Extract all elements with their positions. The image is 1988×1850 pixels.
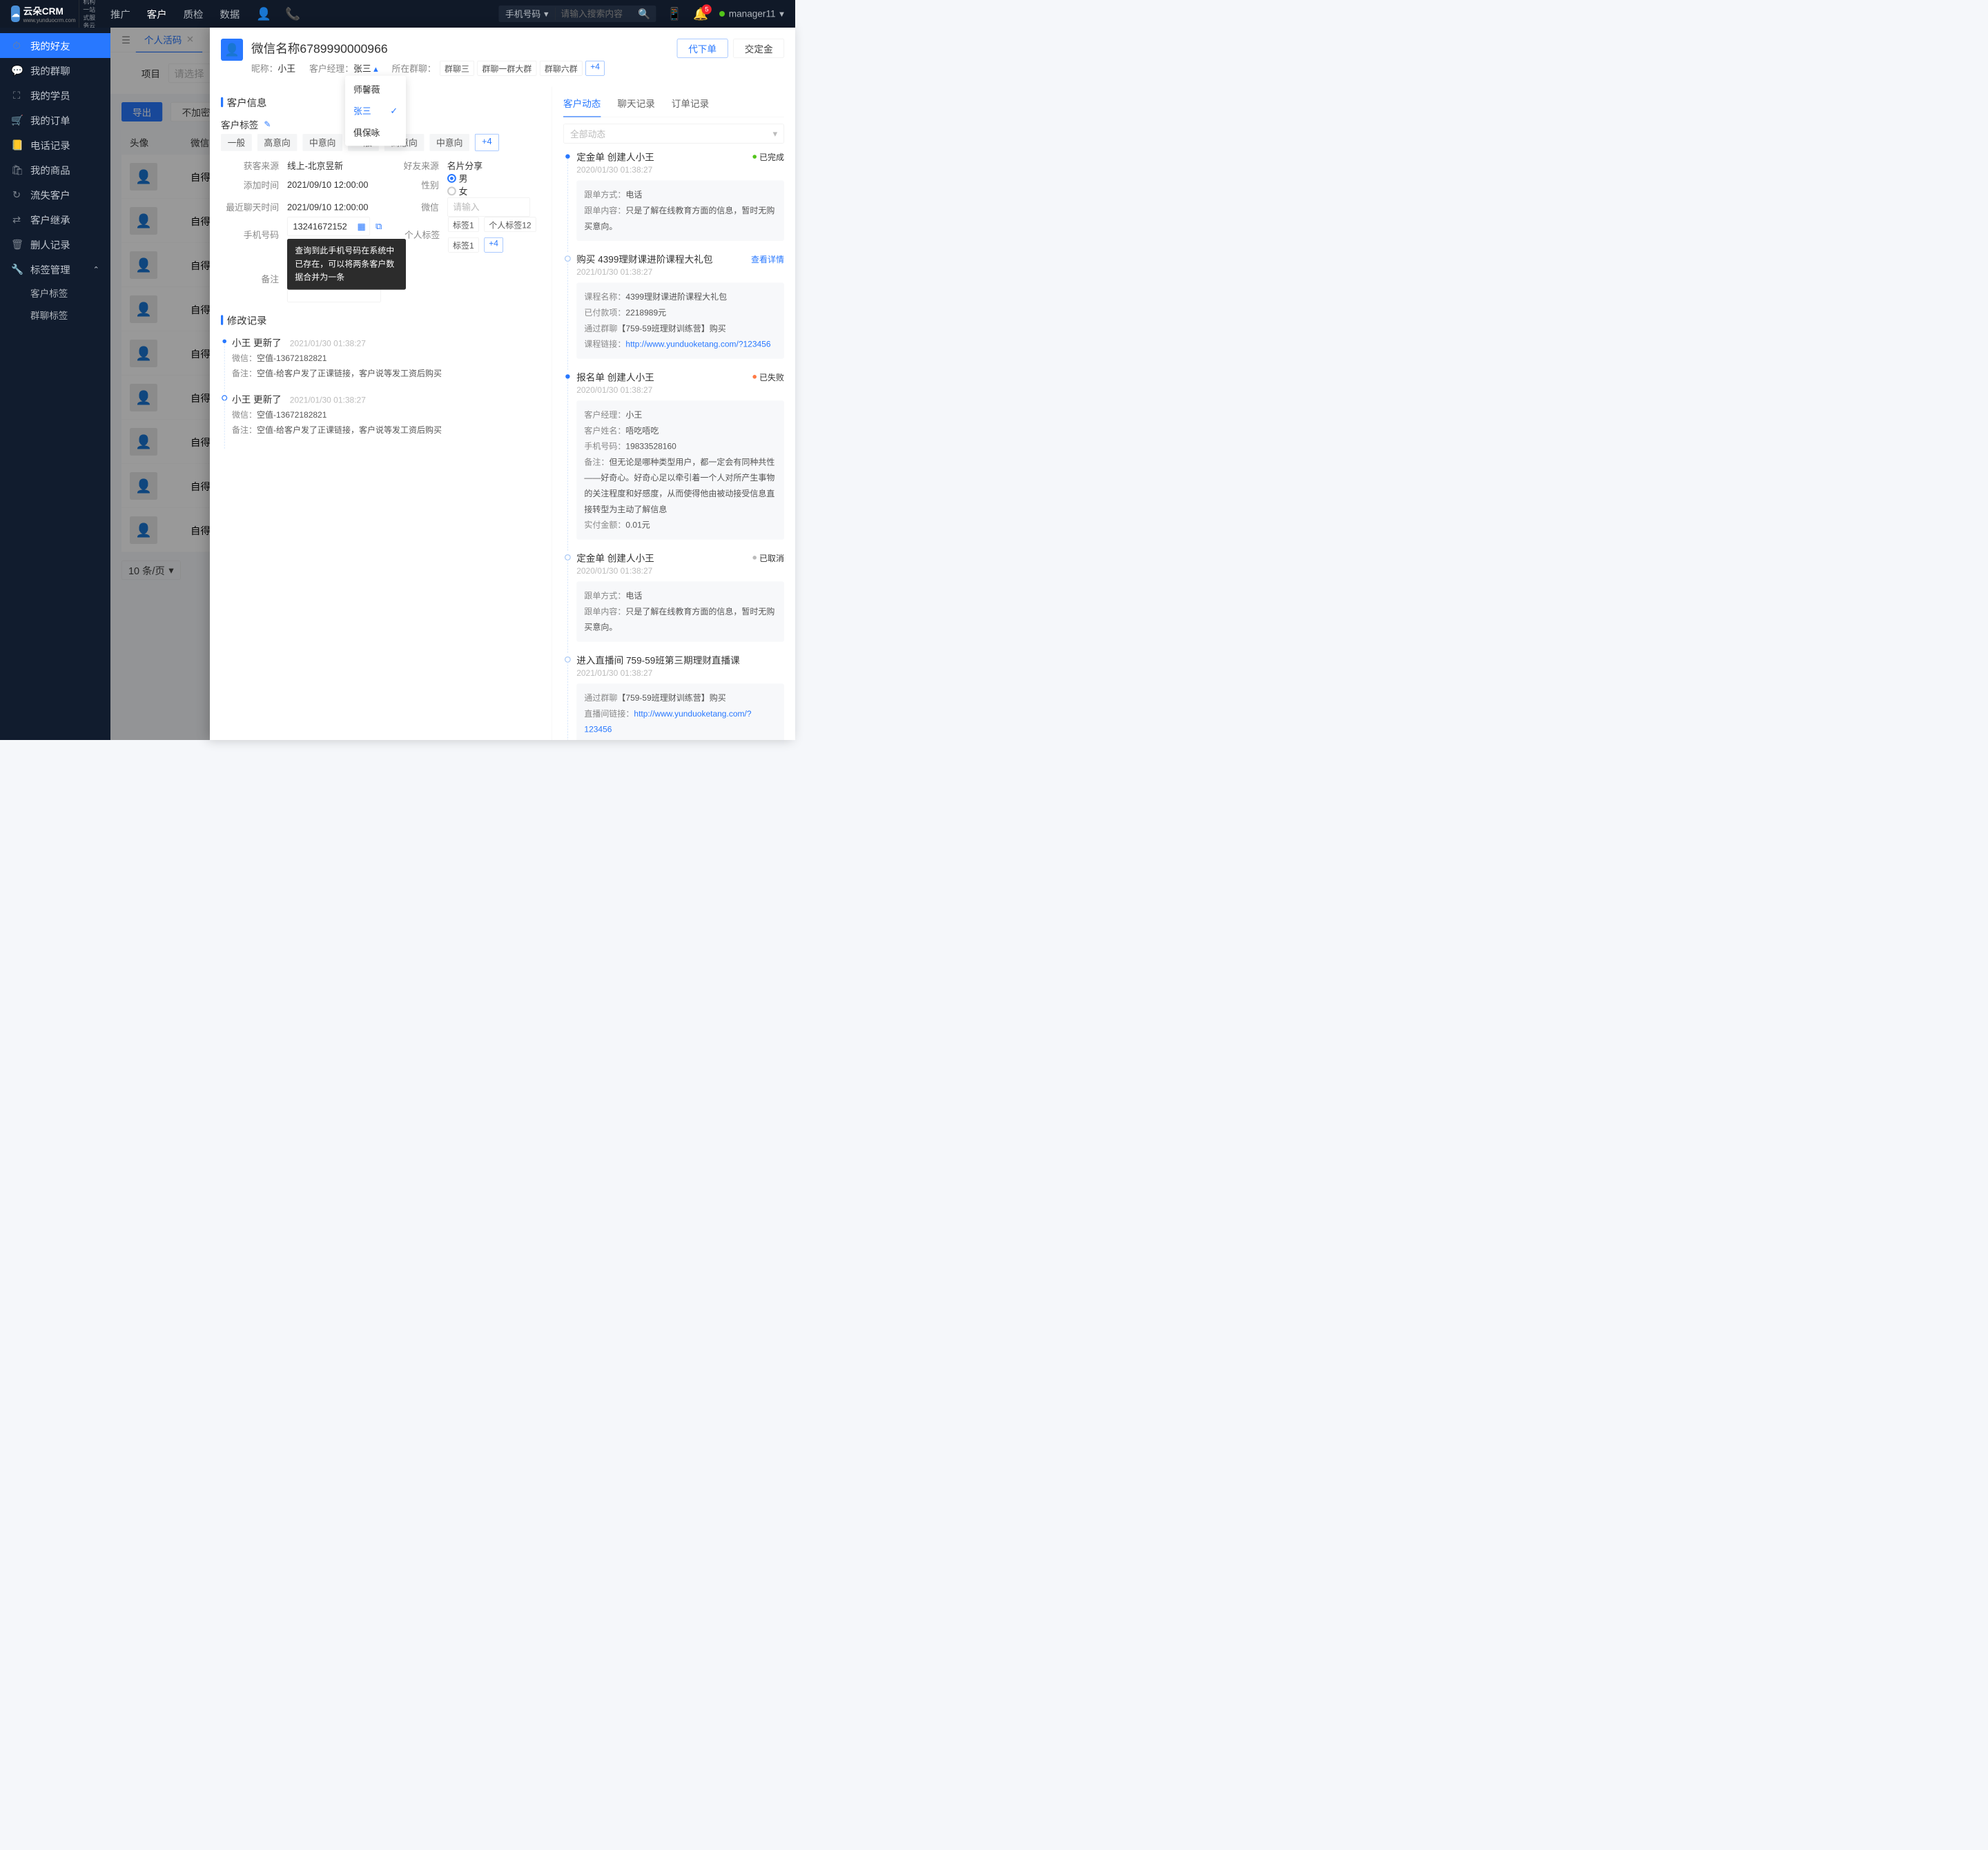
personal-tag-more[interactable]: +4: [484, 237, 503, 253]
label-friend-source: 好友来源: [381, 159, 439, 172]
value-add-time: 2021/09/10 12:00:00: [279, 179, 381, 190]
bell-icon[interactable]: 🔔5: [693, 7, 708, 21]
customer-tag: 高意向: [257, 134, 298, 151]
radio-female[interactable]: 女: [447, 185, 530, 197]
logo-text: 云朵CRM: [23, 4, 76, 18]
main: ☰ 个人活码✕我 项目请选择▾ 运营期次请选择▾ 导出 不加密导出 头像微信名 …: [110, 28, 795, 740]
sidebar-item-3[interactable]: 🛒我的订单: [0, 108, 110, 133]
feed-item: 定金单 创建人小王已取消2020/01/30 01:38:27跟单方式：电话跟单…: [563, 551, 784, 653]
manager-dropdown: 师馨薇张三✓俱保咏: [345, 76, 406, 146]
sidebar-item-6[interactable]: ↻流失客户: [0, 182, 110, 207]
search-type-select[interactable]: 手机号码▾: [498, 8, 555, 20]
customer-tag: 中意向: [302, 134, 342, 151]
radio-male[interactable]: 男: [447, 172, 530, 184]
deposit-button[interactable]: 交定金: [733, 39, 784, 58]
group-more[interactable]: +4: [585, 61, 604, 76]
manager-select[interactable]: 客户经理：张三 ▴ 师馨薇张三✓俱保咏: [309, 62, 378, 75]
sidebar-item-4[interactable]: 📒电话记录: [0, 133, 110, 157]
feed-item: 报名单 创建人小王已失败2020/01/30 01:38:27客户经理：小王客户…: [563, 370, 784, 551]
search-combo: 手机号码▾ 🔍: [498, 6, 656, 22]
value-friend-source: 名片分享: [439, 159, 541, 172]
proxy-order-button[interactable]: 代下单: [677, 39, 728, 58]
nav-item-3[interactable]: 数据: [220, 7, 240, 21]
label-add-time: 添加时间: [221, 178, 279, 191]
sidebar: ⏱我的好友💬我的群聊⛶我的学员🛒我的订单📒电话记录🛍我的商品↻流失客户⇄客户继承…: [0, 28, 110, 740]
label-gender: 性别: [381, 178, 439, 191]
sidebar-item-1[interactable]: 💬我的群聊: [0, 58, 110, 83]
activity-tab-0[interactable]: 客户动态: [563, 90, 601, 117]
label-wechat: 微信: [381, 201, 439, 213]
tag-more[interactable]: +4: [475, 134, 499, 151]
nav-item-0[interactable]: 推广: [110, 7, 130, 21]
view-detail-link[interactable]: 查看详情: [751, 253, 784, 265]
activity-tab-1[interactable]: 聊天记录: [617, 90, 654, 117]
phone-card-icon[interactable]: ▦: [358, 221, 366, 231]
nav-item-2[interactable]: 质检: [184, 7, 204, 21]
feed-item: 进入直播间 759-59班第三期理财直播课2021/01/30 01:38:27…: [563, 653, 784, 740]
label-source: 获客来源: [221, 159, 279, 172]
nav-item-1[interactable]: 客户: [147, 7, 167, 21]
group-chip: 群聊一群大群: [478, 61, 537, 76]
edit-tags-icon[interactable]: ✎: [264, 119, 271, 129]
drawer-avatar-icon: 👤: [221, 39, 243, 61]
logo-url: www.yunduocrm.com: [23, 17, 76, 23]
label-last-chat: 最近聊天时间: [221, 201, 279, 213]
label-note: 备注: [221, 272, 279, 284]
feed-item: 购买 4399理财课进阶课程大礼包查看详情2021/01/30 01:38:27…: [563, 252, 784, 370]
sidebar-item-7[interactable]: ⇄客户继承: [0, 207, 110, 232]
customer-drawer: 👤 微信名称6789990000966 昵称：小王 客户经理：张三 ▴ 师馨薇张…: [210, 28, 795, 740]
value-last-chat: 2021/09/10 12:00:00: [279, 202, 381, 213]
search-input[interactable]: [555, 9, 632, 19]
group-chip: 群聊三: [440, 61, 474, 76]
drawer-title: 微信名称6789990000966: [251, 39, 669, 57]
copy-icon[interactable]: ⧉: [376, 221, 382, 231]
history-item: 小王 更新了2021/01/30 01:38:27微信：空值-136721828…: [221, 335, 541, 392]
user-menu[interactable]: manager11▾: [719, 8, 784, 19]
sidebar-item-2[interactable]: ⛶我的学员: [0, 83, 110, 108]
feed-item: 定金单 创建人小王已完成2020/01/30 01:38:27跟单方式：电话跟单…: [563, 150, 784, 252]
dropdown-option[interactable]: 师馨薇: [345, 79, 406, 100]
mobile-icon[interactable]: 📱: [667, 7, 682, 21]
sidebar-item-8[interactable]: 🗑删人记录: [0, 232, 110, 257]
group-chip: 群聊六群: [540, 61, 583, 76]
label-phone: 手机号码: [221, 228, 279, 241]
value-source: 线上-北京昱新: [279, 159, 381, 172]
search-icon[interactable]: 🔍: [632, 8, 656, 20]
customer-tag: 一般: [221, 134, 252, 151]
section-history: 修改记录: [221, 313, 541, 327]
personal-tag: 标签1: [448, 217, 478, 232]
notification-badge: 5: [702, 4, 712, 14]
wechat-input[interactable]: [447, 197, 530, 217]
sidebar-item-0[interactable]: ⏱我的好友: [0, 33, 110, 58]
dropdown-option[interactable]: 张三✓: [345, 100, 406, 121]
phone-icon[interactable]: 📞: [285, 7, 300, 21]
sidebar-sub-0[interactable]: 客户标签: [0, 282, 110, 304]
sidebar-sub-1[interactable]: 群聊标签: [0, 304, 110, 326]
dropdown-option[interactable]: 俱保咏: [345, 121, 406, 143]
personal-tag: 标签1: [448, 237, 478, 253]
customer-tag: 中意向: [429, 134, 469, 151]
customer-tags-label: 客户标签: [221, 117, 258, 131]
feed-link[interactable]: http://www.yunduoketang.com/?123456: [625, 340, 770, 349]
history-item: 小王 更新了2021/01/30 01:38:27微信：空值-136721828…: [221, 392, 541, 449]
personal-tag: 个人标签12: [484, 217, 536, 232]
activity-tab-2[interactable]: 订单记录: [672, 90, 709, 117]
sidebar-item-9[interactable]: 🔧标签管理⌃: [0, 257, 110, 282]
top-nav: ☁ 云朵CRM www.yunduocrm.com 教育机构一站式服务云平台 推…: [0, 0, 795, 28]
phone-merge-tooltip: 查询到此手机号码在系统中已存在，可以将两条客户数据合并为一条: [287, 239, 406, 290]
user-icon[interactable]: 👤: [256, 7, 271, 21]
nav-items: 推广 客户 质检 数据: [110, 7, 240, 21]
sidebar-item-5[interactable]: 🛍我的商品: [0, 157, 110, 182]
activity-filter-select[interactable]: 全部动态▾: [563, 124, 784, 144]
logo-icon: ☁: [11, 6, 20, 22]
